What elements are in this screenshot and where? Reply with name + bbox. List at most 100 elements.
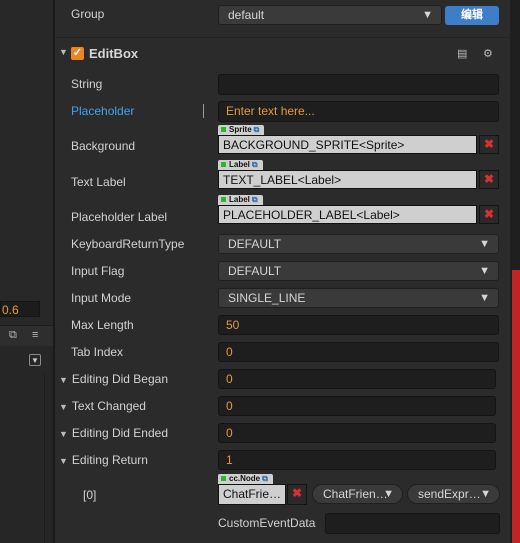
chevron-down-icon: ▼ [479, 265, 490, 277]
max-length-input[interactable]: 50 [218, 315, 499, 335]
scrollbar-thumb[interactable] [512, 270, 520, 543]
component-title: EditBox [89, 46, 139, 61]
link-icon[interactable]: ⧉ [252, 195, 258, 204]
chevron-down-icon: ▼ [480, 488, 491, 500]
handler-select[interactable]: sendExpr… ▼ [407, 484, 500, 504]
chevron-down-icon: ▼ [422, 9, 433, 21]
tag-text: Label [229, 195, 250, 204]
keyboard-return-type-label: KeyboardReturnType [71, 237, 185, 251]
text-changed-count[interactable]: 0 [218, 396, 496, 416]
component-select[interactable]: ChatFrien… ▼ [312, 484, 403, 504]
label-text: Editing Return [71, 453, 148, 467]
chevron-down-icon: ▼ [479, 238, 490, 250]
input-mode-row: Input Mode SINGLE_LINE ▼ [55, 285, 510, 312]
dropdown-box-icon[interactable]: ▼ [29, 354, 41, 366]
collapse-icon[interactable]: ▼ [59, 47, 68, 57]
link-icon[interactable]: ⧉ [262, 474, 268, 483]
custom-event-data-label: CustomEventData [218, 516, 316, 530]
background-row: Background Sprite ⧉ BACKGROUND_SPRITE<Spr… [55, 125, 510, 159]
asset-type-tag: Label ⧉ [218, 195, 263, 205]
left-panel [0, 346, 53, 543]
group-row: Group default ▼ 编辑 [55, 1, 510, 28]
copy-icon[interactable]: ⧉ [9, 329, 17, 342]
edit-group-button[interactable]: 编辑 [445, 6, 499, 25]
input-mode-select[interactable]: SINGLE_LINE ▼ [218, 288, 499, 308]
placeholder-label-row: Placeholder Label Label ⧉ PLACEHOLDER_LAB… [55, 195, 510, 229]
text-label-row: Text Label Label ⧉ TEXT_LABEL<Label> ✖ [55, 160, 510, 194]
event-target-field[interactable]: ChatFrie… [218, 484, 286, 505]
link-icon[interactable]: ⧉ [254, 125, 260, 134]
tag-text: Sprite [229, 125, 252, 134]
placeholder-label-label: Placeholder Label [71, 210, 168, 224]
clear-icon[interactable]: ✖ [479, 135, 499, 154]
expand-icon: ▼ [59, 375, 68, 385]
keyboard-return-type-row: KeyboardReturnType DEFAULT ▼ [55, 231, 510, 258]
scrollbar[interactable] [510, 0, 520, 543]
string-row: String [55, 71, 510, 98]
custom-event-data-input[interactable] [325, 513, 500, 534]
expand-icon: ▼ [59, 402, 68, 412]
input-flag-row: Input Flag DEFAULT ▼ [55, 258, 510, 285]
chevron-down-icon: ▼ [383, 488, 394, 500]
text-cursor-bar [203, 104, 204, 118]
custom-event-data-row: CustomEventData [55, 510, 510, 537]
max-length-label: Max Length [71, 318, 134, 332]
tab-index-row: Tab Index 0 [55, 339, 510, 366]
label-text: Editing Did Began [71, 372, 168, 386]
input-flag-label: Input Flag [71, 264, 125, 278]
editing-did-ended-count[interactable]: 0 [218, 423, 496, 443]
component-header[interactable]: ▼ ✓ EditBox ▤ ⚙ [55, 39, 510, 67]
expand-icon: ▼ [59, 429, 68, 439]
tab-index-input[interactable]: 0 [218, 342, 499, 362]
clear-icon[interactable]: ✖ [287, 484, 307, 505]
asset-type-tag: Sprite ⧉ [218, 125, 265, 135]
text-changed-label[interactable]: ▼ Text Changed [59, 399, 146, 413]
keyboard-return-type-select[interactable]: DEFAULT ▼ [218, 234, 499, 254]
text-label-label: Text Label [71, 175, 126, 189]
label-text: Text Changed [71, 399, 146, 413]
editing-return-label[interactable]: ▼ Editing Return [59, 453, 148, 467]
link-icon[interactable]: ⧉ [252, 160, 258, 169]
enabled-checkbox[interactable]: ✓ [71, 47, 84, 60]
group-select[interactable]: default ▼ [218, 5, 442, 25]
chevron-down-icon: ▼ [479, 292, 490, 304]
group-value: default [228, 8, 265, 22]
inspector-panel: Group default ▼ 编辑 ▼ ✓ EditBox ▤ ⚙ Strin… [55, 0, 510, 543]
group-label: Group [71, 7, 105, 21]
asset-type-tag: Label ⧉ [218, 160, 263, 170]
placeholder-label: Placeholder [71, 104, 135, 118]
editing-did-began-row: ▼ Editing Did Began 0 [55, 366, 510, 393]
editing-did-began-label[interactable]: ▼ Editing Did Began [59, 372, 168, 386]
label-text: Editing Did Ended [71, 426, 168, 440]
left-value-field[interactable]: 0.6 [0, 301, 40, 317]
book-icon[interactable]: ▤ [457, 47, 467, 60]
left-panel-divider [44, 373, 45, 543]
text-changed-row: ▼ Text Changed 0 [55, 393, 510, 420]
background-field[interactable]: BACKGROUND_SPRITE<Sprite> [218, 135, 477, 154]
editing-did-began-count[interactable]: 0 [218, 369, 496, 389]
placeholder-input[interactable]: Enter text here... [218, 101, 499, 122]
input-flag-select[interactable]: DEFAULT ▼ [218, 261, 499, 281]
expand-icon: ▼ [59, 456, 68, 466]
editing-did-ended-label[interactable]: ▼ Editing Did Ended [59, 426, 168, 440]
tab-index-label: Tab Index [71, 345, 124, 359]
editing-return-count[interactable]: 1 [218, 450, 496, 470]
placeholder-row: Placeholder Enter text here... [55, 98, 510, 125]
clear-icon[interactable]: ✖ [479, 205, 499, 224]
tag-text: Label [229, 160, 250, 169]
string-label: String [71, 77, 103, 91]
editing-did-ended-row: ▼ Editing Did Ended 0 [55, 420, 510, 447]
gear-icon[interactable]: ⚙ [483, 47, 493, 60]
string-input[interactable] [218, 74, 499, 95]
divider [55, 37, 510, 38]
event-handler-row: [0] cc.Node ⧉ ChatFrie… ✖ ChatFrien… ▼ se… [55, 474, 510, 510]
select-value: sendExpr… [418, 487, 481, 501]
asset-type-tag: cc.Node ⧉ [218, 474, 273, 484]
text-label-field[interactable]: TEXT_LABEL<Label> [218, 170, 477, 189]
max-length-row: Max Length 50 [55, 312, 510, 339]
placeholder-label-field[interactable]: PLACEHOLDER_LABEL<Label> [218, 205, 477, 224]
clear-icon[interactable]: ✖ [479, 170, 499, 189]
menu-icon[interactable]: ≡ [32, 329, 38, 341]
select-value: DEFAULT [228, 237, 282, 251]
input-mode-label: Input Mode [71, 291, 132, 305]
